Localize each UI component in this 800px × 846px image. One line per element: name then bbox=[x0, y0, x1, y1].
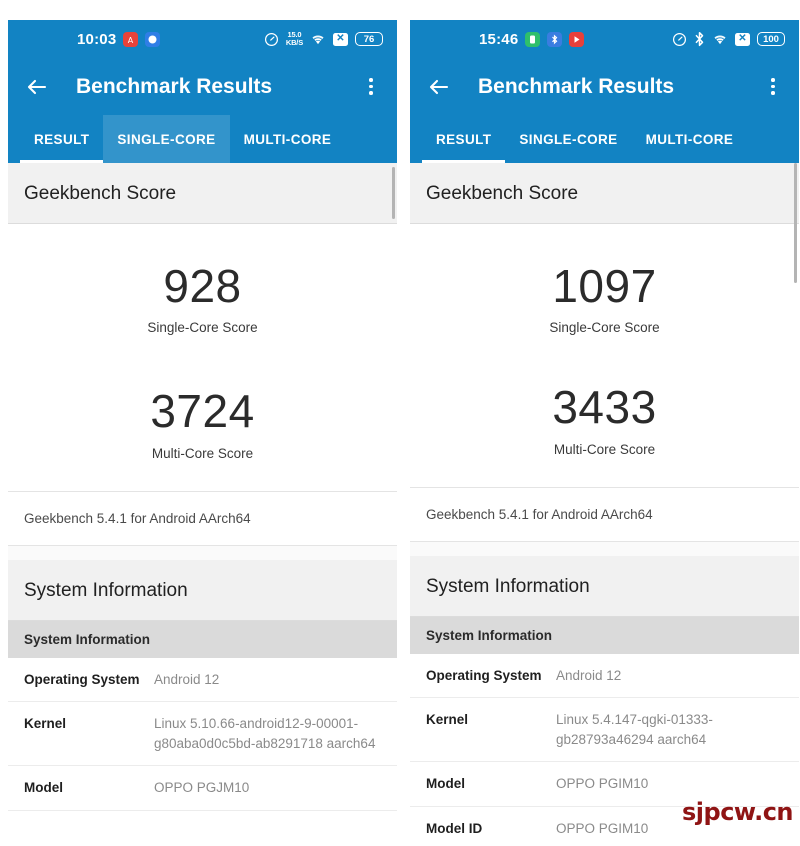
row-key: Kernel bbox=[24, 716, 67, 732]
system-information-subheader: System Information bbox=[8, 620, 397, 658]
back-arrow-icon[interactable] bbox=[22, 72, 52, 102]
geekbench-version-row: Geekbench 5.4.1 for Android AArch64 bbox=[8, 491, 397, 546]
status-clock: 15:46 bbox=[479, 30, 519, 48]
overflow-menu-icon[interactable] bbox=[761, 72, 785, 102]
back-arrow-icon[interactable] bbox=[424, 72, 454, 102]
system-information-header: System Information bbox=[410, 555, 799, 617]
table-row: Kernel Linux 5.10.66-android12-9-00001-g… bbox=[8, 702, 397, 767]
row-key: Kernel bbox=[426, 712, 469, 728]
speedometer-icon bbox=[264, 32, 279, 47]
screenshot-stage: 10:03 A 15.0 KB/S ✕ 76 Benchmark Results… bbox=[0, 0, 800, 846]
page-title: Benchmark Results bbox=[76, 74, 273, 98]
netspeed-icon: 15.0 KB/S bbox=[286, 31, 303, 47]
tab-bar: RESULT SINGLE-CORE MULTI-CORE bbox=[410, 115, 799, 163]
app-icon-blue bbox=[145, 31, 161, 47]
row-key: Model bbox=[24, 780, 63, 796]
speedometer-icon bbox=[672, 32, 687, 47]
single-core-score-value: 928 bbox=[163, 260, 242, 312]
x-icon: ✕ bbox=[333, 32, 348, 46]
app-bar: Benchmark Results bbox=[410, 58, 799, 115]
app-icon-play bbox=[569, 31, 585, 47]
row-value: OPPO PGIM10 bbox=[556, 776, 649, 792]
row-key: Model ID bbox=[426, 820, 483, 836]
overflow-menu-icon[interactable] bbox=[359, 72, 383, 102]
geekbench-score-header: Geekbench Score bbox=[410, 163, 799, 224]
geekbench-score-header: Geekbench Score bbox=[8, 163, 397, 224]
tab-result[interactable]: RESULT bbox=[20, 115, 104, 163]
system-information-header: System Information bbox=[8, 559, 397, 621]
single-core-score-block: 1097 Single-Core Score bbox=[410, 248, 799, 339]
phone-screenshot-right: 15:46 ✕ 100 Benchmark Results RESULT SIN… bbox=[410, 20, 799, 846]
table-row: Model OPPO PGJM10 bbox=[8, 766, 397, 811]
scroll-content[interactable]: Geekbench Score 928 Single-Core Score 37… bbox=[8, 163, 397, 846]
single-core-score-block: 928 Single-Core Score bbox=[8, 248, 397, 339]
tab-single-core[interactable]: SINGLE-CORE bbox=[505, 115, 631, 163]
section-divider-band bbox=[8, 545, 397, 560]
x-icon: ✕ bbox=[735, 32, 750, 46]
single-core-score-label: Single-Core Score bbox=[549, 320, 660, 336]
svg-text:A: A bbox=[128, 36, 134, 45]
system-information-subheader: System Information bbox=[410, 616, 799, 654]
tab-bar: RESULT SINGLE-CORE MULTI-CORE bbox=[8, 115, 397, 163]
table-row: Kernel Linux 5.4.147-qgki-01333-gb28793a… bbox=[410, 698, 799, 763]
app-icon-red: A bbox=[123, 31, 139, 47]
status-bar-left: 10:03 A bbox=[77, 30, 161, 48]
geekbench-version-row: Geekbench 5.4.1 for Android AArch64 bbox=[410, 487, 799, 542]
multi-core-score-label: Multi-Core Score bbox=[553, 441, 656, 457]
row-key: Operating System bbox=[24, 671, 140, 687]
row-value: Android 12 bbox=[556, 667, 622, 683]
row-value: Linux 5.10.66-android12-9-00001-g80aba0d… bbox=[154, 716, 376, 751]
multi-core-score-value: 3433 bbox=[552, 381, 657, 434]
tab-single-core[interactable]: SINGLE-CORE bbox=[103, 115, 230, 163]
app-bar: Benchmark Results bbox=[8, 58, 397, 115]
wifi-icon bbox=[310, 32, 326, 46]
status-bar-left: 15:46 bbox=[479, 30, 585, 48]
multi-core-score-block: 3724 Multi-Core Score bbox=[8, 339, 397, 464]
status-clock: 10:03 bbox=[77, 30, 117, 48]
bluetooth-icon bbox=[694, 31, 705, 47]
battery-indicator: 100 bbox=[757, 32, 785, 46]
wifi-icon bbox=[712, 32, 728, 46]
multi-core-score-label: Multi-Core Score bbox=[151, 445, 254, 461]
table-row: Operating System Android 12 bbox=[8, 658, 397, 703]
netspeed-unit: KB/S bbox=[285, 38, 303, 47]
row-key: Model bbox=[426, 776, 465, 792]
tab-multi-core[interactable]: MULTI-CORE bbox=[632, 115, 748, 163]
status-bar-right: 15.0 KB/S ✕ 76 bbox=[264, 31, 383, 47]
score-card: 928 Single-Core Score 3724 Multi-Core Sc… bbox=[8, 224, 397, 492]
site-watermark: sjpcw.cn bbox=[682, 798, 793, 826]
scrollbar-thumb[interactable] bbox=[392, 167, 395, 219]
multi-core-score-value: 3724 bbox=[150, 385, 255, 438]
app-icon-bluetooth bbox=[547, 31, 563, 47]
battery-level: 100 bbox=[763, 33, 779, 45]
status-bar-right: ✕ 100 bbox=[672, 31, 785, 47]
multi-core-score-block: 3433 Multi-Core Score bbox=[410, 339, 799, 460]
status-bar: 15:46 ✕ 100 bbox=[410, 20, 799, 58]
scroll-content[interactable]: Geekbench Score 1097 Single-Core Score 3… bbox=[410, 163, 799, 846]
score-card: 1097 Single-Core Score 3433 Multi-Core S… bbox=[410, 224, 799, 488]
battery-level: 76 bbox=[363, 33, 375, 45]
status-bar: 10:03 A 15.0 KB/S ✕ 76 bbox=[8, 20, 397, 58]
phone-screenshot-left: 10:03 A 15.0 KB/S ✕ 76 Benchmark Results… bbox=[8, 20, 397, 846]
tab-result[interactable]: RESULT bbox=[422, 115, 506, 163]
single-core-score-label: Single-Core Score bbox=[147, 320, 258, 336]
table-row: Operating System Android 12 bbox=[410, 654, 799, 699]
tab-multi-core[interactable]: MULTI-CORE bbox=[230, 115, 346, 163]
battery-indicator: 76 bbox=[355, 32, 383, 46]
app-icon-green bbox=[525, 31, 541, 47]
row-value: OPPO PGJM10 bbox=[154, 780, 250, 796]
row-key: Operating System bbox=[426, 667, 542, 683]
row-value: Android 12 bbox=[154, 671, 220, 687]
row-value: Linux 5.4.147-qgki-01333-gb28793a46294 a… bbox=[556, 712, 713, 747]
section-divider-band bbox=[410, 541, 799, 556]
single-core-score-value: 1097 bbox=[552, 260, 657, 312]
page-title: Benchmark Results bbox=[478, 74, 675, 98]
scrollbar-thumb[interactable] bbox=[794, 163, 797, 283]
